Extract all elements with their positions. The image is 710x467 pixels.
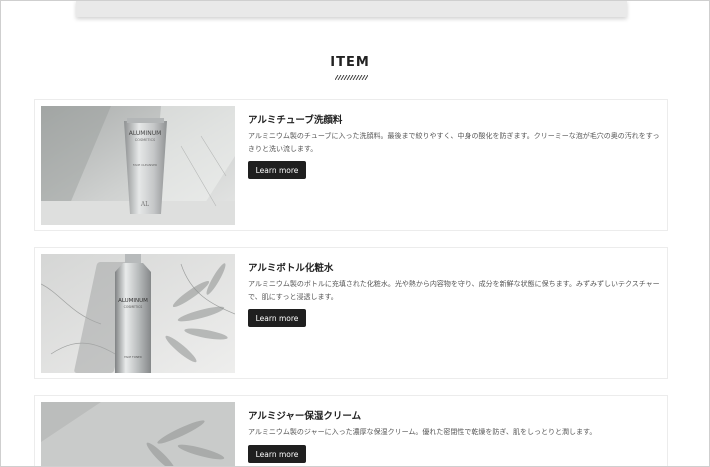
product-description: アルミニウム製のボトルに充填された化粧水。光や熱から内容物を守り、成分を新鮮な状… [248, 280, 660, 301]
learn-more-button[interactable]: Learn more [248, 309, 306, 327]
learn-more-button[interactable]: Learn more [248, 445, 306, 463]
product-description: アルミニウム製のジャーに入った濃厚な保湿クリーム。優れた密閉性で乾燥を防ぎ、肌を… [248, 428, 597, 436]
product-name: アルミジャー保湿クリーム [248, 411, 362, 422]
tube-brand-text: ALUMINUM [129, 130, 162, 137]
title-stripe-decoration [335, 75, 368, 80]
svg-text:FACE TONER: FACE TONER [124, 355, 142, 359]
bottle-brand-text: ALUMINUM [118, 298, 148, 304]
section-title: ITEM [330, 55, 370, 70]
svg-text:COSMETICS: COSMETICS [135, 138, 156, 142]
svg-text:FACE CLEANSER: FACE CLEANSER [133, 163, 157, 167]
product-name: アルミチューブ洗顔料 [248, 115, 343, 126]
top-banner-image [76, 0, 627, 17]
product-image-jar[interactable] [41, 402, 235, 467]
product-image-tube[interactable]: ALUMINUM COSMETICS FACE CLEANSER AL [41, 106, 235, 225]
product-card: ALUMINUM COSMETICS FACE CLEANSER AL アルミチ… [34, 99, 668, 231]
product-image-bottle[interactable]: ALUMINUM COSMETICS FACE TONER [41, 254, 235, 373]
learn-more-button[interactable]: Learn more [248, 161, 306, 179]
svg-text:COSMETICS: COSMETICS [124, 305, 143, 309]
svg-text:AL: AL [140, 201, 149, 208]
product-card: アルミジャー保湿クリーム アルミニウム製のジャーに入った濃厚な保湿クリーム。優れ… [34, 395, 668, 467]
product-name: アルミボトル化粧水 [248, 263, 334, 274]
product-card: ALUMINUM COSMETICS FACE TONER アルミボトル化粧水 … [34, 247, 668, 379]
product-description: アルミニウム製のチューブに入った洗顔料。最後まで絞りやすく、中身の酸化を防ぎます… [248, 132, 660, 153]
